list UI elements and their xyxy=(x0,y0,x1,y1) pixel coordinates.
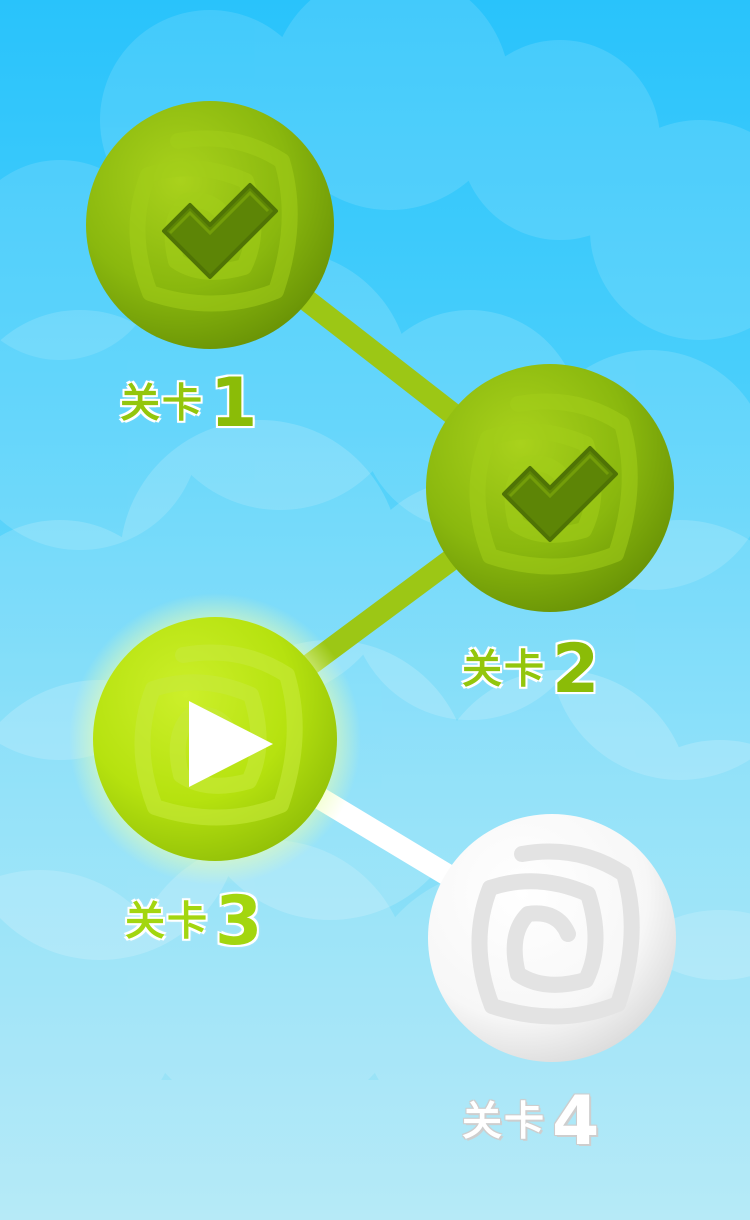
level-number: 2 xyxy=(552,629,602,709)
level-2-label: 关卡2 xyxy=(462,624,601,714)
level-map: 关卡1 关卡2 关卡3 关卡4 xyxy=(0,0,750,1220)
level-prefix: 关卡 xyxy=(462,646,546,693)
level-1-label: 关卡1 xyxy=(120,358,259,448)
level-3-label: 关卡3 xyxy=(125,876,264,966)
level-3-button[interactable] xyxy=(69,593,361,885)
level-number: 1 xyxy=(210,363,260,443)
level-number: 4 xyxy=(552,1081,602,1161)
level-4-button[interactable] xyxy=(428,814,676,1062)
level-4-label: 关卡4 xyxy=(462,1076,601,1166)
level-prefix: 关卡 xyxy=(462,1098,546,1145)
level-number: 3 xyxy=(215,881,265,961)
level-2-button[interactable] xyxy=(426,364,674,612)
level-prefix: 关卡 xyxy=(125,898,209,945)
level-prefix: 关卡 xyxy=(120,380,204,427)
level-1-button[interactable] xyxy=(86,101,334,349)
